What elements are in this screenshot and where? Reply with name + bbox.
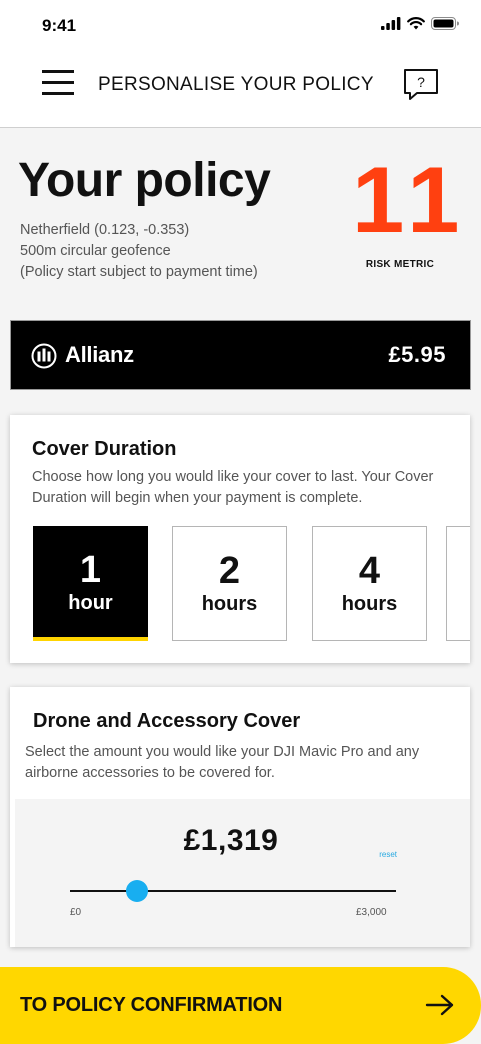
- hamburger-icon-bar: [42, 81, 74, 84]
- cover-amount-slider-track[interactable]: [70, 890, 396, 892]
- page-title: PERSONALISE YOUR POLICY: [98, 74, 374, 95]
- drone-cover-description: Select the amount you would like your DJ…: [25, 744, 420, 781]
- top-navbar: PERSONALISE YOUR POLICY ?: [0, 52, 481, 128]
- drone-cover-card: Drone and Accessory Cover Select the amo…: [10, 687, 470, 947]
- slider-max-label: £3,000: [356, 907, 387, 918]
- arrow-right-icon: [425, 994, 454, 1016]
- status-icons: [381, 17, 459, 30]
- policy-start-note: (Policy start subject to payment time): [20, 264, 258, 280]
- menu-button[interactable]: [42, 70, 74, 96]
- svg-text:?: ?: [417, 74, 425, 90]
- status-bar: 9:41: [0, 0, 481, 52]
- duration-number: 2: [218, 550, 241, 592]
- duration-unit: hours: [201, 593, 258, 615]
- policy-summary: Your policy Netherfield (0.123, -0.353) …: [0, 129, 481, 299]
- help-button[interactable]: ?: [403, 68, 439, 102]
- cover-duration-card: Cover Duration Choose how long you would…: [10, 415, 470, 663]
- cover-duration-description: Choose how long you would like your cove…: [32, 469, 434, 506]
- policy-heading: Your policy: [18, 154, 271, 207]
- help-icon: ?: [404, 69, 438, 100]
- duration-option-2-hours[interactable]: 2 hours: [172, 526, 287, 641]
- battery-icon: [431, 17, 459, 30]
- duration-number: 4: [358, 550, 381, 592]
- cover-duration-title: Cover Duration: [32, 438, 177, 460]
- insurer-name: Allianz: [65, 342, 134, 367]
- slider-min-label: £0: [70, 907, 82, 918]
- duration-unit: hours: [341, 593, 398, 615]
- cover-amount-slider-panel: £1,319 reset £0 £3,000: [15, 799, 470, 947]
- cover-amount-slider-thumb[interactable]: [125, 880, 148, 902]
- allianz-logo-icon: [31, 343, 57, 369]
- insurer-price: £5.95: [388, 342, 446, 367]
- duration-option-more[interactable]: [446, 526, 470, 641]
- signal-icon: [381, 17, 401, 30]
- hamburger-icon-bar: [42, 92, 74, 95]
- status-time: 9:41: [42, 16, 77, 35]
- duration-number: 1: [79, 549, 102, 591]
- reset-link[interactable]: reset: [379, 850, 397, 859]
- policy-location: Netherfield (0.123, -0.353): [20, 222, 190, 238]
- insurer-quote[interactable]: Allianz £5.95: [10, 320, 471, 390]
- duration-option-4-hours[interactable]: 4 hours: [312, 526, 427, 641]
- cta-label: TO POLICY CONFIRMATION: [20, 994, 283, 1016]
- policy-geofence: 500m circular geofence: [20, 243, 171, 259]
- wifi-icon: [407, 17, 425, 30]
- risk-metric-value: 11: [352, 147, 468, 252]
- to-policy-confirmation-button[interactable]: TO POLICY CONFIRMATION: [0, 967, 481, 1044]
- risk-metric-label: RISK METRIC: [365, 259, 435, 270]
- duration-unit: hour: [68, 592, 113, 614]
- hamburger-icon-bar: [42, 70, 74, 73]
- drone-cover-title: Drone and Accessory Cover: [33, 710, 301, 732]
- duration-option-1-hour[interactable]: 1 hour: [33, 526, 148, 641]
